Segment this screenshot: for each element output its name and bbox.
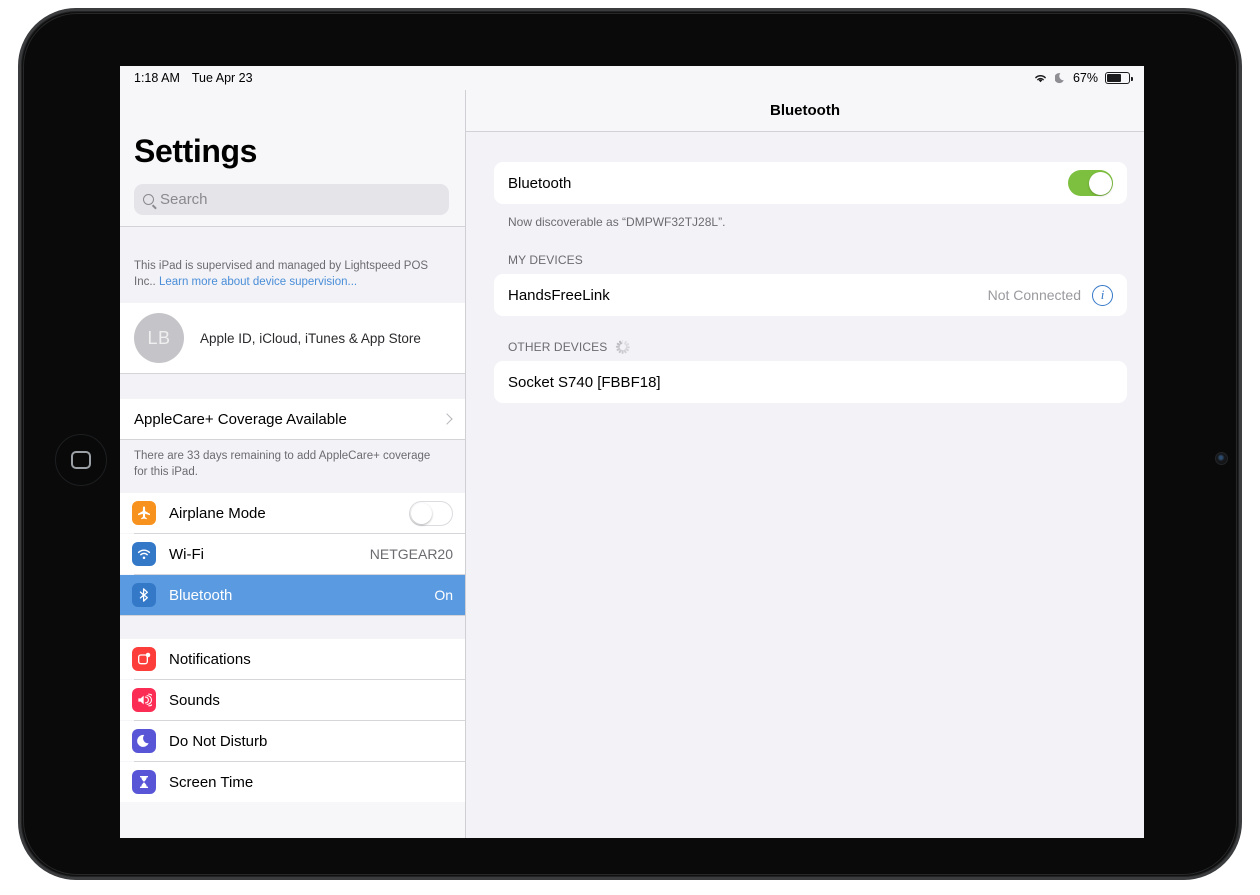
device-status: Not Connected (987, 287, 1081, 303)
sidebar-gap-2 (120, 373, 465, 400)
airplane-mode-toggle[interactable] (409, 500, 453, 526)
toggle-knob (1088, 171, 1112, 195)
sidebar-item-airplane-mode[interactable]: Airplane Mode (120, 493, 465, 534)
hourglass-icon (132, 770, 156, 795)
info-icon[interactable]: i (1092, 284, 1113, 306)
sidebar-item-do-not-disturb[interactable]: Do Not Disturb (120, 721, 465, 762)
sounds-icon (132, 688, 156, 713)
ipad-screen: 1:18 AM Tue Apr 23 67% Settings Search T… (120, 66, 1144, 838)
device-row-handsfreelink[interactable]: HandsFreeLink Not Connected i (494, 274, 1127, 316)
sidebar-item-label: Sounds (169, 691, 220, 709)
status-date: Tue Apr 23 (191, 71, 253, 85)
home-button-square (71, 451, 91, 469)
battery-icon (1105, 72, 1133, 84)
search-placeholder: Search (160, 191, 208, 208)
search-container: Search (120, 170, 465, 226)
my-devices-header-label: MY DEVICES (508, 253, 583, 267)
sidebar-item-label: Notifications (169, 650, 251, 668)
sidebar-item-value: NETGEAR20 (369, 546, 453, 563)
notifications-icon (132, 647, 156, 672)
device-name: HandsFreeLink (508, 286, 610, 304)
split-view: Settings Search This iPad is supervised … (120, 90, 1144, 838)
sidebar-gap-1 (120, 226, 465, 252)
sidebar-item-label: Airplane Mode (169, 504, 266, 522)
navbar-title: Bluetooth (770, 102, 840, 119)
moon-icon (1054, 73, 1064, 84)
applecare-footnote: There are 33 days remaining to add Apple… (120, 439, 465, 494)
wifi-icon (1035, 75, 1046, 83)
avatar: LB (134, 313, 184, 364)
search-input[interactable]: Search (134, 184, 449, 215)
front-camera-icon (1215, 452, 1228, 465)
supervision-note: This iPad is supervised and managed by L… (120, 252, 465, 304)
sidebar-gap-3 (120, 615, 465, 640)
wifi-icon (132, 542, 156, 567)
discoverable-note: Now discoverable as “DMPWF32TJ28L”. (508, 215, 726, 229)
sidebar-item-label: Bluetooth (169, 586, 233, 604)
toggle-knob (411, 502, 432, 524)
search-icon (143, 194, 154, 205)
status-bar-right: 67% (1033, 71, 1133, 85)
home-button-icon[interactable] (55, 434, 107, 486)
sidebar-connectivity-group: Airplane Mode Wi-Fi NETGEAR20 Bluetooth On (120, 493, 465, 616)
status-bar-left: 1:18 AM Tue Apr 23 (134, 71, 253, 85)
sidebar-item-label: Screen Time (169, 773, 254, 791)
chevron-right-icon (441, 413, 453, 425)
sidebar-item-wi-fi[interactable]: Wi-Fi NETGEAR20 (120, 534, 465, 575)
moon-icon (132, 729, 156, 754)
apple-id-card[interactable]: LB Apple ID, iCloud, iTunes & App Store (120, 303, 465, 374)
other-devices-header-label: OTHER DEVICES (508, 340, 608, 354)
device-row-socket[interactable]: Socket S740 [FBBF18] (494, 361, 1127, 403)
sidebar-item-label: Do Not Disturb (169, 732, 268, 750)
sidebar-system-group: Notifications Sounds Do Not Disturb Screen … (120, 639, 465, 803)
ipad-device-frame: 1:18 AM Tue Apr 23 67% Settings Search T… (18, 8, 1242, 880)
battery-fill (1107, 74, 1121, 82)
bluetooth-row-label: Bluetooth (508, 174, 572, 192)
bluetooth-detail-pane: Bluetooth Bluetooth Now discoverable as … (466, 90, 1144, 838)
sidebar-item-apple-id[interactable]: LB Apple ID, iCloud, iTunes & App Store (120, 303, 465, 374)
navbar: Bluetooth (466, 90, 1144, 132)
settings-sidebar[interactable]: Settings Search This iPad is supervised … (120, 90, 466, 838)
page-title: Settings (134, 133, 258, 169)
sidebar-item-bluetooth[interactable]: Bluetooth On (120, 575, 465, 616)
other-devices-header: OTHER DEVICES (494, 316, 1127, 361)
loading-spinner-icon (615, 340, 630, 354)
my-devices-header: MY DEVICES (494, 229, 1127, 274)
sidebar-item-applecare[interactable]: AppleCare+ Coverage Available (120, 399, 465, 440)
detail-body: Bluetooth Now discoverable as “DMPWF32TJ… (466, 132, 1144, 403)
sidebar-item-screen-time[interactable]: Screen Time (120, 762, 465, 803)
bluetooth-toggle-row[interactable]: Bluetooth (494, 162, 1127, 204)
battery-percent: 67% (1072, 71, 1098, 85)
airplane-icon (132, 501, 156, 526)
sidebar-item-notifications[interactable]: Notifications (120, 639, 465, 680)
sidebar-item-sounds[interactable]: Sounds (120, 680, 465, 721)
supervision-learn-more-link[interactable]: Learn more about device supervision... (159, 276, 357, 288)
sidebar-item-label: Wi-Fi (169, 545, 204, 563)
status-time: 1:18 AM (134, 71, 180, 85)
bluetooth-toggle[interactable] (1068, 170, 1113, 196)
status-bar: 1:18 AM Tue Apr 23 67% (120, 66, 1144, 90)
device-name: Socket S740 [FBBF18] (508, 373, 661, 391)
apple-id-label: Apple ID, iCloud, iTunes & App Store (200, 330, 421, 346)
sidebar-item-value: On (434, 587, 453, 604)
bluetooth-icon (132, 583, 156, 608)
applecare-label: AppleCare+ Coverage Available (134, 410, 347, 428)
